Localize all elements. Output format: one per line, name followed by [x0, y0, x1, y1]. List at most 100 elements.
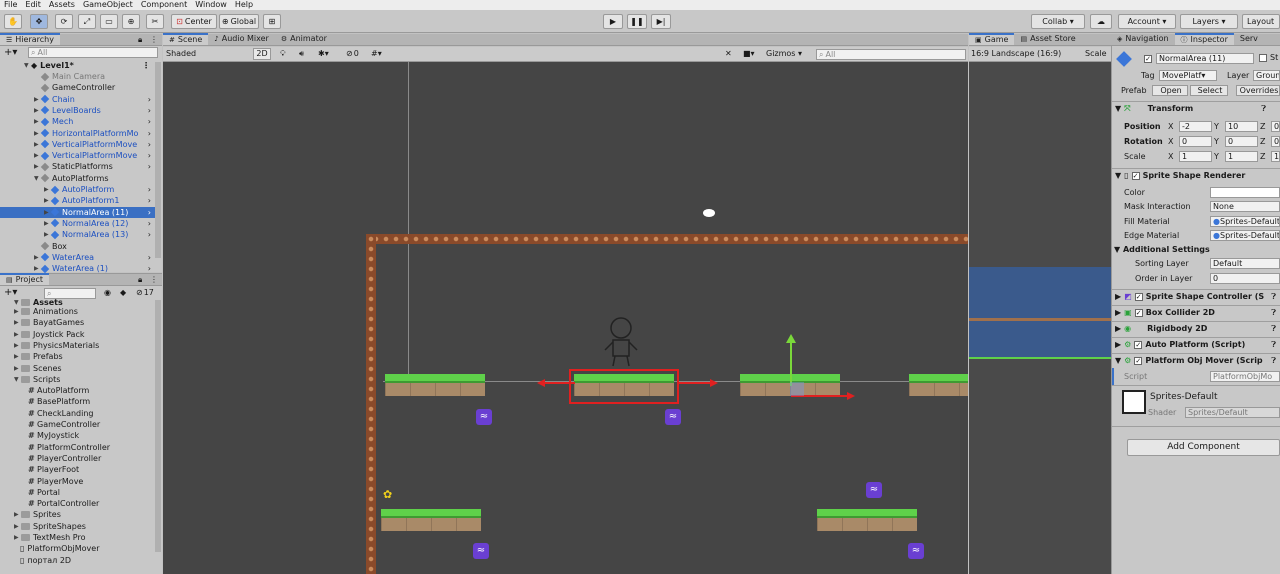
- layer-dropdown[interactable]: Groun: [1253, 70, 1280, 81]
- step-button[interactable]: ▶|: [651, 14, 671, 29]
- help-icon[interactable]: ❓︎: [1271, 322, 1276, 336]
- expand-arrow-icon[interactable]: ▶: [14, 351, 21, 362]
- fill-material-field[interactable]: ●Sprites-Default: [1210, 216, 1280, 227]
- expand-arrow-icon[interactable]: ▼: [24, 60, 31, 71]
- rotate-tool-icon[interactable]: ⟳: [55, 14, 73, 29]
- script-item[interactable]: # Portal: [28, 487, 168, 498]
- tab-animator[interactable]: ⚙ Animator: [275, 33, 333, 45]
- platform-right-edge[interactable]: [909, 374, 968, 396]
- folder-item[interactable]: ▼ Scripts: [14, 374, 154, 385]
- help-icon[interactable]: ❓︎: [1271, 306, 1276, 320]
- hierarchy-item[interactable]: ▶ VerticalPlatformMove ›: [0, 150, 155, 161]
- prefab-overrides-button[interactable]: Overrides: [1236, 85, 1280, 96]
- menu-item-window[interactable]: Window: [191, 0, 231, 10]
- hierarchy-item[interactable]: ▶ NormalArea (12) ›: [0, 218, 155, 229]
- move-tool-icon[interactable]: ✥: [30, 14, 48, 29]
- expand-arrow-icon[interactable]: ▶: [34, 252, 41, 263]
- platform-bottom-right[interactable]: [817, 509, 917, 531]
- position-x-input[interactable]: -2: [1179, 121, 1212, 132]
- audio-icon[interactable]: 🔊︎: [299, 49, 304, 59]
- cloud-gizmo-icon[interactable]: [703, 209, 715, 217]
- hierarchy-item[interactable]: Box: [0, 241, 155, 252]
- sorting-layer-dropdown[interactable]: Default: [1210, 258, 1280, 269]
- folder-item[interactable]: ▶ Joystick Pack: [14, 329, 154, 340]
- folder-item[interactable]: ▶ BayatGames: [14, 317, 154, 328]
- folder-item[interactable]: ▶ Prefabs: [14, 351, 154, 362]
- create-plus-icon[interactable]: +▾: [4, 47, 17, 58]
- lighting-icon[interactable]: 💡︎: [280, 49, 286, 59]
- rotation-z-input[interactable]: 0: [1271, 136, 1280, 147]
- x-arrow-left-icon[interactable]: [537, 379, 545, 387]
- chevron-right-icon[interactable]: ›: [148, 116, 151, 127]
- search-by-label-icon[interactable]: ◆: [120, 288, 126, 297]
- hierarchy-item[interactable]: ▶ NormalArea (13) ›: [0, 229, 155, 240]
- color-swatch[interactable]: [1210, 187, 1280, 198]
- chevron-right-icon[interactable]: ›: [148, 184, 151, 195]
- project-lock-icon[interactable]: 🔒︎: [138, 275, 142, 285]
- expand-arrow-icon[interactable]: ▶: [14, 329, 21, 340]
- chevron-right-icon[interactable]: ›: [148, 207, 151, 218]
- script-item[interactable]: # PlayerController: [28, 453, 168, 464]
- hierarchy-item[interactable]: ▶ LevelBoards ›: [0, 105, 155, 116]
- additional-settings-foldout[interactable]: ▼ Additional Settings: [1114, 243, 1210, 256]
- foldout-arrow-icon[interactable]: ▼: [1115, 169, 1121, 183]
- asset-item[interactable]: ▯ PlatformObjMover: [20, 543, 160, 554]
- hierarchy-item[interactable]: ▶ AutoPlatform1 ›: [0, 195, 155, 206]
- asset-item[interactable]: ▯ портал 2D: [20, 555, 160, 566]
- account-button[interactable]: Account ▾: [1118, 14, 1176, 29]
- scene-search-input[interactable]: ⌕ All: [816, 49, 966, 60]
- hierarchy-item[interactable]: ▶ VerticalPlatformMove ›: [0, 139, 155, 150]
- custom-tool-icon[interactable]: ✂: [146, 14, 164, 29]
- project-menu-icon[interactable]: ⋮: [150, 275, 158, 284]
- help-icon[interactable]: ❓︎: [1271, 354, 1276, 368]
- menu-item-gameobject[interactable]: GameObject: [79, 0, 137, 10]
- collab-button[interactable]: Collab ▾: [1031, 14, 1085, 29]
- script-gizmo-icon[interactable]: ≈: [866, 482, 882, 498]
- effects-icon[interactable]: ✱▾: [318, 49, 329, 58]
- chevron-right-icon[interactable]: ›: [148, 128, 151, 139]
- help-icon[interactable]: ❓︎: [1271, 290, 1276, 304]
- folder-item[interactable]: ▶ Sprites: [14, 509, 154, 520]
- scene-root-row[interactable]: ▼ ◆ Level1* ⋮: [24, 60, 154, 71]
- component-header[interactable]: ▶ ◩ ✓ Sprite Shape Controller (S ❓︎: [1112, 289, 1280, 304]
- script-item[interactable]: # PlatformController: [28, 442, 168, 453]
- layers-button[interactable]: Layers ▾: [1180, 14, 1238, 29]
- x-axis-handle-left[interactable]: [543, 382, 575, 384]
- pivot-center-button[interactable]: ⊡ Center: [171, 14, 217, 29]
- foldout-arrow-icon[interactable]: ▶: [1115, 290, 1121, 304]
- 2d-toggle-button[interactable]: 2D: [253, 48, 271, 60]
- foldout-arrow-icon[interactable]: ▶: [1115, 306, 1121, 320]
- lock-icon[interactable]: 🔒︎: [138, 35, 142, 45]
- hierarchy-item[interactable]: ▶ HorizontalPlatformMo ›: [0, 128, 155, 139]
- expand-arrow-icon[interactable]: ▶: [34, 105, 41, 116]
- menu-item-assets[interactable]: Assets: [45, 0, 79, 10]
- mask-interaction-dropdown[interactable]: None: [1210, 201, 1280, 212]
- script-gizmo-icon[interactable]: ≈: [908, 543, 924, 559]
- hierarchy-item[interactable]: ▶ WaterArea ›: [0, 252, 155, 263]
- component-enabled-checkbox[interactable]: ✓: [1134, 309, 1143, 317]
- prefab-select-button[interactable]: Select: [1190, 85, 1228, 96]
- aspect-dropdown[interactable]: 16:9 Landscape (16:9): [971, 47, 1061, 61]
- chevron-right-icon[interactable]: ›: [148, 150, 151, 161]
- tab-navigation[interactable]: ◈ Navigation: [1111, 33, 1175, 45]
- platform-bottom-left[interactable]: [381, 509, 481, 531]
- tab-asset-store[interactable]: ▤ Asset Store: [1014, 33, 1081, 45]
- script-item[interactable]: # PlayerMove: [28, 476, 168, 487]
- panel-menu-icon[interactable]: ⋮: [150, 35, 158, 44]
- player-character[interactable]: [603, 314, 639, 368]
- component-header[interactable]: ▶ ▣ ✓ Box Collider 2D ❓︎: [1112, 305, 1280, 320]
- foldout-arrow-icon[interactable]: ▶: [1115, 322, 1121, 336]
- project-scrollbar[interactable]: [155, 300, 161, 552]
- expand-arrow-icon[interactable]: ▼: [14, 374, 21, 385]
- chevron-right-icon[interactable]: ›: [148, 161, 151, 172]
- hierarchy-item[interactable]: ▶ StaticPlatforms ›: [0, 161, 155, 172]
- menu-item-file[interactable]: File: [0, 0, 21, 10]
- foldout-arrow-icon[interactable]: ▼: [1115, 102, 1121, 116]
- sprite-shape-renderer-header[interactable]: ▼ ▯ ✓ Sprite Shape Renderer: [1112, 168, 1280, 183]
- hierarchy-item[interactable]: GameController: [0, 82, 155, 93]
- component-enabled-checkbox[interactable]: ✓: [1134, 357, 1143, 365]
- expand-arrow-icon[interactable]: ▶: [14, 306, 21, 317]
- hierarchy-search-input[interactable]: ⌕ All: [28, 47, 158, 58]
- active-checkbox[interactable]: ✓: [1144, 54, 1152, 64]
- y-arrow-icon[interactable]: [786, 334, 796, 343]
